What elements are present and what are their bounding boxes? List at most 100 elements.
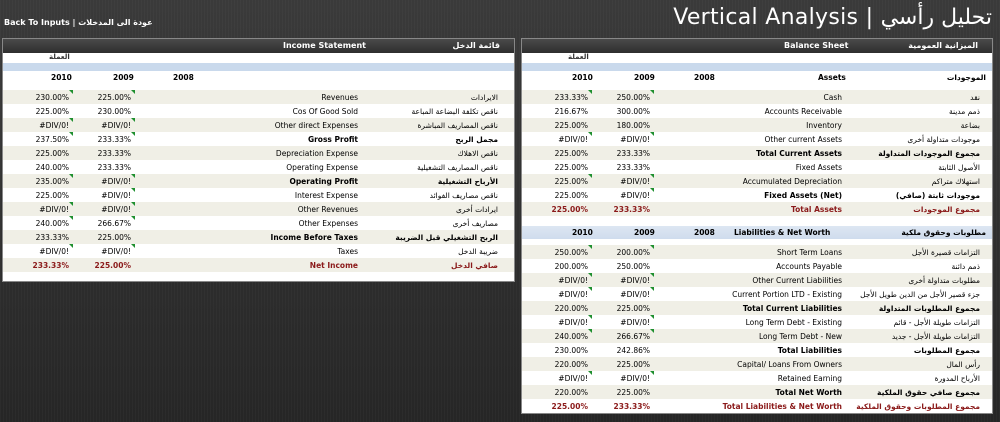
value-2009: 230.00% [97,107,131,116]
cell-comment-marker [650,287,654,291]
value-2010: 240.00% [35,163,69,172]
row-label-ar: التزامات طويلة الأجل - قائم [893,318,980,327]
table-row: 216.67% 300.00% Accounts Receivable ذمم مدي… [522,104,992,118]
row-label-ar: مطلوبات متداولة أخرى [908,276,980,285]
income-statement-subheader: العملة [3,53,514,63]
value-2010: 233.33% [35,233,69,242]
top-bar: Back To Inputs | عودة الى المدخلات Verti… [0,0,1000,38]
value-2010: #DIV/0! [558,318,588,327]
column-headers: 2010 2009 2008 [3,71,514,84]
page-title: Vertical Analysis | تحليل رأسي [673,5,992,30]
row-label-en: Capital/ Loans From Owners [737,360,842,369]
value-2010: 225.00% [551,402,588,411]
row-label-en: Other Revenues [297,205,358,214]
table-row: 225.00% 230.00% Cos Of Good Sold ناقص تكلفة… [3,104,514,118]
value-2009: 242.86% [616,346,650,355]
row-label-ar: مجموع الموجودات [913,205,980,214]
row-label-ar: التزامات طويلة الأجل - جديد [891,332,980,341]
row-label-ar: الأرباح المدورة [934,374,980,383]
cell-comment-marker [650,132,654,136]
table-row: #DIV/0! #DIV/0! Retained Earning الأرباح ال… [522,371,992,385]
cell-comment-marker [588,329,592,333]
cell-comment-marker [650,273,654,277]
row-label-ar: ناقص المصاريف التشغيلية [417,163,498,172]
value-2009: #DIV/0! [101,191,131,200]
table-row: 220.00% 225.00% Capital/ Loans From Owners… [522,357,992,371]
value-2010: 230.00% [35,93,69,102]
year-2008-header: 2008 [173,73,194,82]
cell-comment-marker [69,132,73,136]
table-row: 225.00% 233.33% Fixed Assets الأصول الثابتة [522,160,992,174]
value-2009: #DIV/0! [620,191,650,200]
back-to-inputs-link[interactable]: Back To Inputs | عودة الى المدخلات [4,18,153,27]
table-row: 237.50% 233.33% Gross Profit مجمل الربح [3,132,514,146]
value-2010: #DIV/0! [558,135,588,144]
value-2009: #DIV/0! [101,121,131,130]
value-2009: #DIV/0! [620,276,650,285]
row-label-en: Total Liabilities [777,346,842,355]
value-2009: 200.00% [616,248,650,257]
row-label-en: Other direct Expenses [274,121,358,130]
value-2010: #DIV/0! [558,276,588,285]
value-2010: 250.00% [554,248,588,257]
row-label-ar: ذمم دائنة [951,262,980,271]
cell-comment-marker [69,118,73,122]
row-label-ar: موجودات متداولة أخرى [907,135,980,144]
cell-comment-marker [131,90,135,94]
cell-comment-marker [650,245,654,249]
cell-comment-marker [131,174,135,178]
value-2010: 225.00% [35,107,69,116]
cell-comment-marker [131,188,135,192]
value-2009: #DIV/0! [620,135,650,144]
row-label-en: Income Before Taxes [270,233,358,242]
balance-sheet-panel: الميزانية العمومية Balance Sheet العملة … [521,38,993,414]
table-row: 230.00% 225.00% Revenues الايرادات [3,90,514,104]
row-label-en: Long Term Debt - New [758,332,842,341]
value-2009: #DIV/0! [620,318,650,327]
row-label-ar: الربح التشغيلي قبل الضريبة [395,233,498,242]
table-row: 225.00% #DIV/0! Fixed Assets (Net) موجودات … [522,188,992,202]
value-2009: 233.33% [97,149,131,158]
value-2010: 225.00% [35,191,69,200]
currency-label: العملة [568,53,589,61]
cell-comment-marker [588,245,592,249]
balance-sheet-title-en: Balance Sheet [784,41,849,50]
cell-comment-marker [588,174,592,178]
year-2010-header: 2010 [572,228,593,237]
value-2010: 237.50% [35,135,69,144]
row-label-ar: مصاريف أخرى [452,219,498,228]
liabilities-heading-ar: مطلوبات وحقوق ملكية [901,228,986,237]
year-2010-header: 2010 [51,73,72,82]
row-label-en: Total Assets [791,205,842,214]
value-2010: 225.00% [554,149,588,158]
row-label-en: Total Current Liabilities [742,304,842,313]
value-2010: 225.00% [554,177,588,186]
table-row: #DIV/0! #DIV/0! Taxes ضريبة الدخل [3,244,514,258]
value-2009: 233.33% [616,149,650,158]
row-label-en: Inventory [806,121,842,130]
income-statement-title-en: Income Statement [283,41,366,50]
currency-label: العملة [49,53,70,61]
row-label-ar: ناقص مصاريف الفوائد [429,191,498,200]
table-row: #DIV/0! #DIV/0! Long Term Debt - Existing ا… [522,315,992,329]
row-label-en: Other current Assets [764,135,842,144]
row-label-en: Total Current Assets [756,149,842,158]
row-label-en: Total Net Worth [775,388,842,397]
row-label-ar: مجمل الربح [455,135,498,144]
table-row: 225.00% #DIV/0! Accumulated Depreciation اس… [522,174,992,188]
cell-comment-marker [131,202,135,206]
cell-comment-marker [588,371,592,375]
balance-sheet-title-ar: الميزانية العمومية [908,41,978,50]
row-label-en: Other Expenses [298,219,358,228]
cell-comment-marker [588,287,592,291]
row-label-en: Interest Expense [294,191,358,200]
value-2009: 225.00% [97,233,131,242]
value-2010: #DIV/0! [558,290,588,299]
value-2010: 225.00% [554,191,588,200]
row-label-en: Other Current Liabilities [752,276,842,285]
row-label-en: Net Income [309,261,358,270]
row-label-ar: جزء قصير الأجل من الدين طويل الأجل [860,290,980,299]
row-label-ar: الأرباح التشغيلية [437,177,498,186]
section-band [522,63,992,71]
row-label-en: Gross Profit [307,135,358,144]
